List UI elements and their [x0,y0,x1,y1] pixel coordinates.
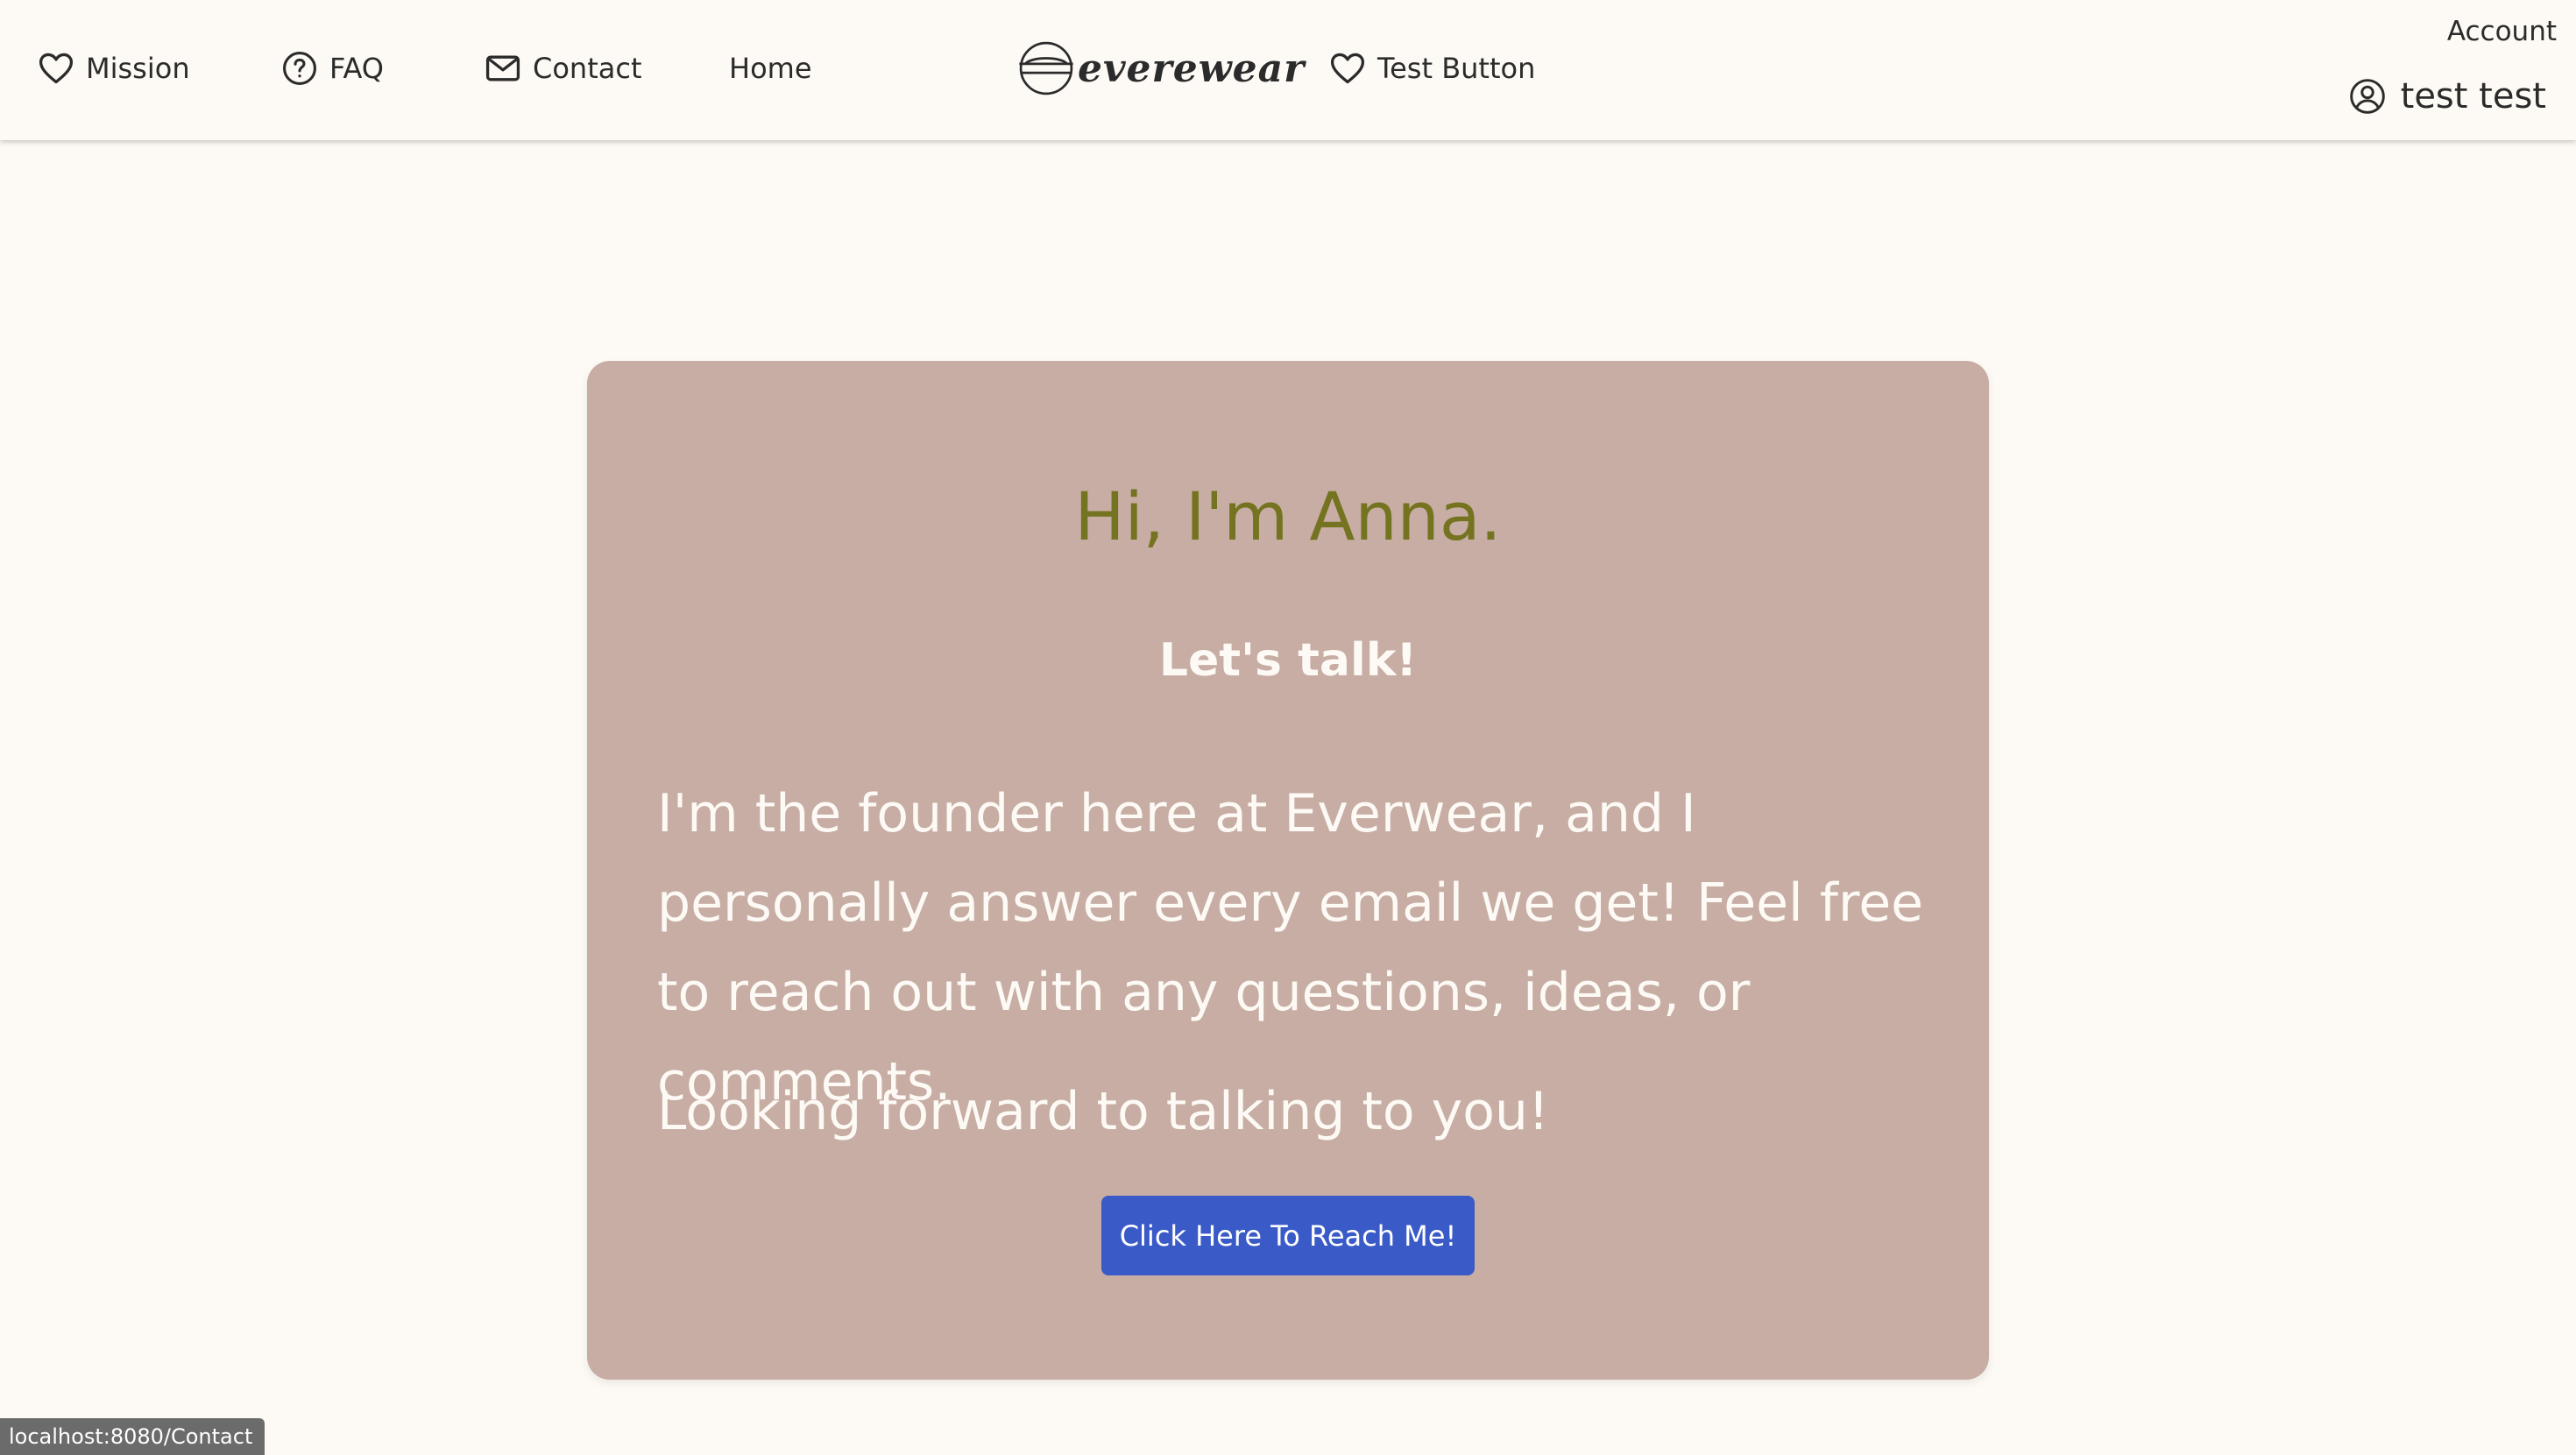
logo-mark-icon [1016,39,1076,98]
heart-icon [37,49,75,88]
card-title: Hi, I'm Anna. [1074,477,1502,555]
site-logo[interactable]: everewear [1016,37,1305,100]
envelope-icon [484,49,522,88]
nav-contact-label: Contact [533,52,642,85]
nav-home-label: Home [729,52,812,85]
user-circle-icon [2348,77,2387,116]
logo-text: everewear [1078,46,1306,91]
card-subtitle: Let's talk! [1158,634,1418,687]
status-bar-url: localhost:8080/Contact [0,1418,265,1455]
site-header: Mission FAQ Contact Home everewear Test … [0,0,2576,140]
account-label: Account [2446,16,2557,47]
nav-faq[interactable]: FAQ [280,44,384,93]
nav-faq-label: FAQ [329,52,384,85]
nav-mission-label: Mission [86,52,190,85]
nav-test-button[interactable]: Test Button [1328,44,1535,93]
reach-me-button[interactable]: Click Here To Reach Me! [1101,1196,1475,1275]
account-user-menu[interactable]: test test [2348,70,2546,123]
card-body-text: I'm the founder here at Everwear, and I … [657,783,1924,1112]
question-circle-icon [280,49,319,88]
heart-icon [1328,49,1367,88]
card-closing-text: Looking forward to talking to you! [657,1081,1549,1142]
nav-home[interactable]: Home [729,44,812,93]
nav-test-label: Test Button [1377,52,1536,85]
nav-mission[interactable]: Mission [37,44,190,93]
account-user-name: test test [2400,76,2546,117]
nav-contact[interactable]: Contact [484,44,642,93]
